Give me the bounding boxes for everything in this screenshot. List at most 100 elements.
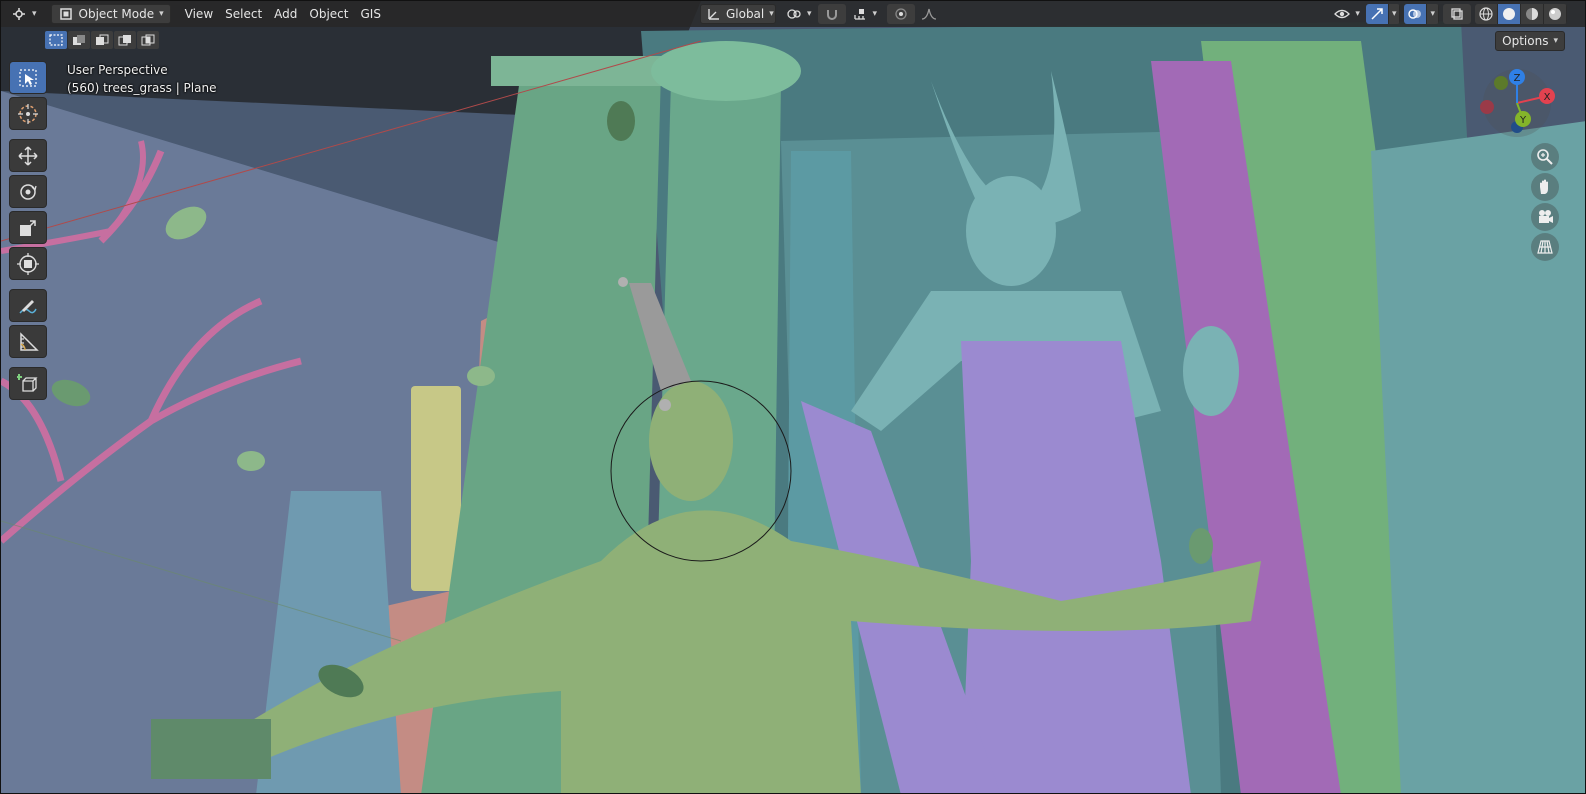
- menu-object[interactable]: Object: [303, 4, 354, 24]
- zoom-magnifier-icon: [1537, 149, 1553, 165]
- select-mode-subtract[interactable]: [91, 31, 113, 49]
- axis-neg-x-handle[interactable]: [1480, 100, 1494, 114]
- tool-move[interactable]: [9, 139, 47, 172]
- select-invert-icon: [118, 35, 131, 46]
- options-dropdown[interactable]: Options ▾: [1495, 31, 1565, 51]
- menu-gis[interactable]: GIS: [355, 4, 387, 24]
- chevron-down-icon: ▾: [806, 9, 812, 19]
- overlay-icon: [1407, 6, 1423, 22]
- transform-icon: [17, 252, 39, 275]
- shading-material-button[interactable]: [1521, 4, 1544, 24]
- camera-icon: [1539, 210, 1553, 223]
- viewport-header: ▾ Object Mode ▾ View Select Add Object G…: [1, 1, 1585, 27]
- axis-z-label: Z: [1514, 73, 1521, 84]
- editor-type-button[interactable]: ▾: [5, 4, 43, 24]
- chevron-down-icon: ▾: [1391, 9, 1397, 19]
- options-label: Options: [1502, 34, 1549, 48]
- scale-icon: [20, 219, 36, 236]
- wireframe-sphere-icon: [1478, 6, 1494, 22]
- select-box-icon: [19, 68, 37, 87]
- axis-y-label: Y: [1519, 115, 1527, 126]
- menu-select[interactable]: Select: [219, 4, 268, 24]
- xray-toggle[interactable]: [1443, 4, 1471, 24]
- chevron-down-icon: ▾: [1430, 9, 1435, 19]
- transform-orientation-dropdown[interactable]: Global ▾: [699, 4, 776, 24]
- overlay-dropdown[interactable]: ▾: [1427, 4, 1439, 24]
- gizmo-toggle-group: ▾: [1365, 4, 1401, 24]
- chevron-down-icon: ▾: [1355, 9, 1360, 19]
- shading-wireframe-button[interactable]: [1475, 4, 1498, 24]
- visibility-dropdown[interactable]: ▾: [1328, 4, 1366, 24]
- pivot-point-dropdown[interactable]: ▾: [780, 4, 818, 24]
- proportional-edit-toggle[interactable]: [887, 4, 916, 24]
- overlay-toggle-group: ▾: [1404, 4, 1439, 24]
- axis-x-label: X: [1544, 92, 1551, 103]
- proportional-edit-icon: [893, 6, 909, 22]
- navigation-gizmo[interactable]: X Y Z: [1477, 65, 1557, 139]
- menu-view[interactable]: View: [179, 4, 219, 24]
- mode-dropdown[interactable]: Object Mode ▾: [50, 4, 171, 24]
- pivot-point-icon: [786, 6, 802, 22]
- gizmo-dropdown[interactable]: ▾: [1388, 4, 1401, 24]
- shading-rendered-button[interactable]: [1544, 4, 1567, 24]
- overlay-toggle[interactable]: [1404, 4, 1428, 24]
- perspective-grid-icon: [1537, 240, 1553, 254]
- 3d-viewport[interactable]: ▾ Object Mode ▾ View Select Add Object G…: [0, 0, 1586, 794]
- xray-icon: [1449, 6, 1465, 22]
- object-mode-icon: [58, 6, 74, 22]
- object-info: (560) trees_grass | Plane: [67, 81, 217, 95]
- axis-neg-y-handle[interactable]: [1494, 76, 1508, 90]
- falloff-dropdown[interactable]: [915, 4, 943, 24]
- camera-view-button[interactable]: [1531, 203, 1559, 231]
- mode-label: Object Mode: [78, 7, 155, 21]
- cursor-3d-icon: [18, 103, 38, 124]
- shading-mode-group: [1475, 4, 1567, 24]
- tool-transform[interactable]: [9, 247, 47, 280]
- perspective-toggle-button[interactable]: [1531, 233, 1559, 261]
- select-intersect-icon: [141, 34, 155, 46]
- scene-render: [1, 1, 1585, 793]
- tool-annotate[interactable]: [9, 289, 47, 322]
- editor-type-icon: [11, 6, 27, 22]
- add-cube-icon: [17, 373, 38, 392]
- eye-visibility-icon: [1334, 6, 1351, 22]
- solid-sphere-icon: [1501, 6, 1517, 22]
- tool-add-cube[interactable]: [9, 367, 47, 400]
- move-arrows-icon: [18, 145, 38, 166]
- material-sphere-icon: [1524, 6, 1540, 22]
- measure-ruler-icon: [20, 331, 39, 351]
- zoom-button[interactable]: [1531, 143, 1559, 171]
- gizmo-toggle[interactable]: [1365, 4, 1389, 24]
- chevron-down-icon: ▾: [159, 9, 164, 19]
- shading-solid-button[interactable]: [1498, 4, 1521, 24]
- pan-button[interactable]: [1531, 173, 1559, 201]
- chevron-down-icon: ▾: [872, 9, 878, 19]
- annotate-pencil-icon: [19, 299, 37, 313]
- view-name: User Perspective: [67, 63, 168, 77]
- select-mode-set[interactable]: [45, 31, 67, 49]
- tool-rotate[interactable]: [9, 175, 47, 208]
- rendered-sphere-icon: [1547, 6, 1563, 22]
- tool-scale[interactable]: [9, 211, 47, 244]
- chevron-down-icon: ▾: [769, 9, 774, 19]
- menu-add[interactable]: Add: [268, 4, 303, 24]
- snap-target-dropdown[interactable]: ▾: [846, 4, 884, 24]
- falloff-curve-icon: [921, 6, 937, 22]
- select-set-icon: [49, 34, 63, 46]
- select-mode-extend[interactable]: [68, 31, 90, 49]
- rotate-icon: [20, 183, 37, 200]
- viewport-info: User Perspective (560) trees_grass | Pla…: [67, 61, 216, 97]
- selection-mode-bar: [45, 31, 159, 51]
- select-mode-intersect[interactable]: [137, 31, 159, 49]
- gizmo-toggle-icon: [1369, 6, 1385, 22]
- chevron-down-icon: ▾: [32, 9, 37, 19]
- select-mode-invert[interactable]: [114, 31, 136, 49]
- magnet-snap-icon: [824, 6, 840, 22]
- tool-cursor[interactable]: [9, 97, 47, 130]
- select-subtract-icon: [96, 34, 109, 45]
- tool-select-box[interactable]: [9, 61, 47, 94]
- tool-measure[interactable]: [9, 325, 47, 358]
- chevron-down-icon: ▾: [1553, 36, 1558, 46]
- snap-toggle[interactable]: [817, 4, 846, 24]
- hand-pan-icon: [1540, 179, 1548, 194]
